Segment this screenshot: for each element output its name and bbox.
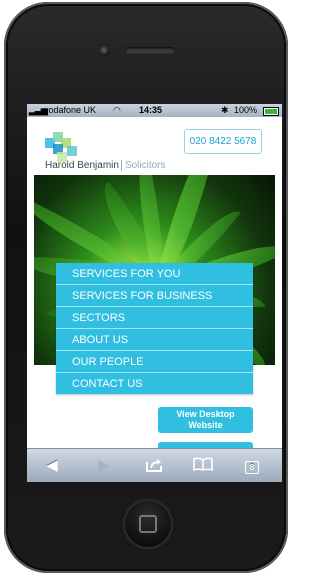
status-bar: ▂▃▅ vodafone UK ◠ 14:35 ✱ 100% [27, 104, 282, 117]
safari-toolbar: ◀ ▶ 8 [27, 448, 282, 482]
battery-percent: 100% [234, 105, 258, 115]
home-square-icon [139, 515, 157, 533]
earpiece-speaker [125, 47, 175, 54]
menu-item[interactable]: OUR PEOPLE [56, 351, 253, 373]
back-icon[interactable]: ◀ [42, 457, 62, 475]
iphone-frame: ▂▃▅ vodafone UK ◠ 14:35 ✱ 100% Harold Be… [4, 2, 288, 573]
wifi-icon: ◠ [113, 105, 121, 115]
forward-icon[interactable]: ▶ [94, 457, 114, 475]
menu-item[interactable]: ABOUT US [56, 329, 253, 351]
phone-screen: ▂▃▅ vodafone UK ◠ 14:35 ✱ 100% Harold Be… [27, 104, 282, 482]
bluetooth-icon: ✱ [221, 105, 229, 115]
menu-item[interactable]: SECTORS [56, 307, 253, 329]
navigation-menu: SERVICES FOR YOU SERVICES FOR BUSINESS SEC… [56, 263, 253, 394]
logo-icon[interactable] [45, 132, 79, 162]
share-icon[interactable] [144, 457, 164, 475]
battery-icon [263, 107, 279, 116]
menu-item[interactable]: SERVICES FOR BUSINESS [56, 285, 253, 307]
logo-square [67, 146, 77, 156]
battery-level [265, 109, 277, 114]
view-desktop-website-button[interactable]: View Desktop Website [158, 407, 253, 433]
menu-item[interactable]: SERVICES FOR YOU [56, 263, 253, 285]
firm-name: Harold Benjamin [45, 160, 119, 171]
front-camera [100, 46, 110, 56]
desktop-button-line2: Website [188, 420, 223, 430]
phone-call-button[interactable]: 020 8422 5678 [184, 129, 262, 154]
share-icon-glyph [146, 459, 162, 472]
firm-tagline: Solicitors [120, 160, 166, 171]
web-page: Harold Benjamin Solicitors 020 8422 5678 … [27, 117, 282, 454]
menu-item[interactable]: CONTACT US [56, 373, 253, 394]
bookmarks-icon-glyph [193, 457, 213, 472]
pages-icon[interactable]: 8 [242, 457, 262, 475]
status-time: 14:35 [139, 105, 163, 115]
carrier-name: vodafone UK [44, 105, 97, 115]
logo-text[interactable]: Harold Benjamin Solicitors [45, 160, 166, 171]
pages-count: 8 [245, 461, 259, 474]
desktop-button-line1: View Desktop [176, 409, 235, 419]
home-button[interactable] [123, 499, 173, 549]
bookmarks-icon[interactable] [193, 457, 213, 475]
